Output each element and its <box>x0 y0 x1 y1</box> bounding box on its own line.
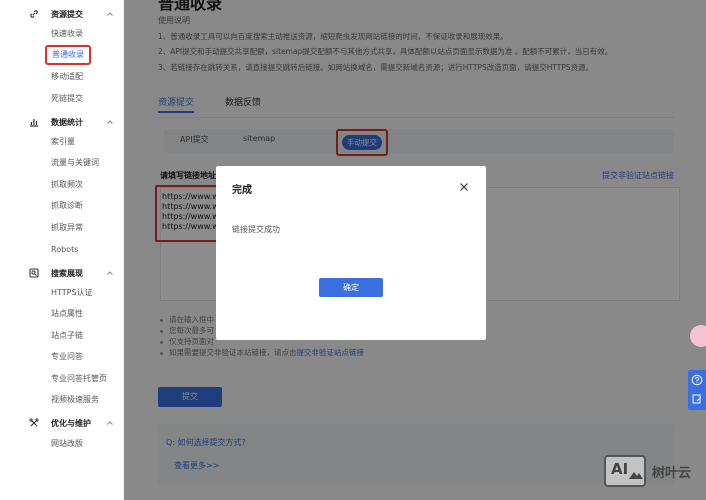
sidebar-item-expert-qa-hosted[interactable]: 专业问答托管页 <box>51 372 107 386</box>
watermark-box: AI <box>604 455 646 487</box>
sidebar-section-title: 数据统计 <box>51 117 83 127</box>
sidebar: 资源提交 快速收录 普通收录 移动适配 死链提交 数据统计 索引量 流量与关键词… <box>0 0 124 500</box>
sidebar-section-title: 资源提交 <box>51 9 83 19</box>
sidebar-item-site-attributes[interactable]: 站点属性 <box>51 307 83 321</box>
bar-chart-icon <box>30 119 38 127</box>
sidebar-item-fast-index[interactable]: 快速收录 <box>51 27 83 41</box>
assistant-float-icon[interactable] <box>690 325 706 347</box>
sidebar-section-title: 搜索展现 <box>51 268 83 278</box>
confirm-button[interactable]: 确定 <box>319 278 383 297</box>
dialog-title: 完成 <box>232 185 252 196</box>
sidebar-item-traffic-keywords[interactable]: 流量与关键词 <box>51 156 99 170</box>
sidebar-item-index-volume[interactable]: 索引量 <box>51 135 75 149</box>
dialog-message: 链接提交成功 <box>232 225 280 234</box>
sidebar-item-crawl-errors[interactable]: 抓取异常 <box>51 221 83 235</box>
sidebar-section-optimize[interactable]: 优化与维护 <box>0 415 124 431</box>
sidebar-section-title: 优化与维护 <box>51 418 91 428</box>
sidebar-item-deadlink[interactable]: 死链提交 <box>51 92 83 106</box>
watermark-box-text: AI <box>611 460 629 478</box>
chevron-up-icon[interactable] <box>106 269 114 277</box>
sidebar-item-crawl-diagnosis[interactable]: 抓取诊断 <box>51 199 83 213</box>
help-icon[interactable] <box>691 374 703 386</box>
sidebar-item-video-service[interactable]: 视频极速服务 <box>51 393 99 407</box>
tools-icon <box>29 418 39 427</box>
feedback-icon[interactable] <box>691 393 703 405</box>
sidebar-item-sitelinks[interactable]: 站点子链 <box>51 329 83 343</box>
sidebar-item-https[interactable]: HTTPS认证 <box>51 286 93 300</box>
success-dialog: 完成 链接提交成功 确定 <box>216 166 486 340</box>
sidebar-item-crawl-frequency[interactable]: 抓取频次 <box>51 178 83 192</box>
sidebar-section-resource-submit[interactable]: 资源提交 <box>0 6 124 22</box>
sidebar-item-site-revision[interactable]: 网站改版 <box>51 437 83 451</box>
chevron-up-icon[interactable] <box>106 10 114 18</box>
sidebar-item-expert-qa[interactable]: 专业问答 <box>51 350 83 364</box>
search-display-icon <box>29 268 39 278</box>
chevron-up-icon[interactable] <box>106 118 114 126</box>
sidebar-section-statistics[interactable]: 数据统计 <box>0 114 124 130</box>
sidebar-item-mobile-adapt[interactable]: 移动适配 <box>51 70 83 84</box>
sidebar-section-search-display[interactable]: 搜索展现 <box>0 265 124 281</box>
close-icon[interactable] <box>459 182 469 192</box>
watermark-text: 树叶云 <box>652 466 692 481</box>
watermark-logo: AI 树叶云 <box>604 455 704 489</box>
help-float-bar <box>688 370 706 410</box>
sidebar-item-normal-index[interactable]: 普通收录 <box>45 45 91 65</box>
watermark-image-icon <box>629 472 643 479</box>
sidebar-item-robots[interactable]: Robots <box>51 243 78 257</box>
chevron-up-icon[interactable] <box>106 419 114 427</box>
link-icon <box>30 10 38 18</box>
